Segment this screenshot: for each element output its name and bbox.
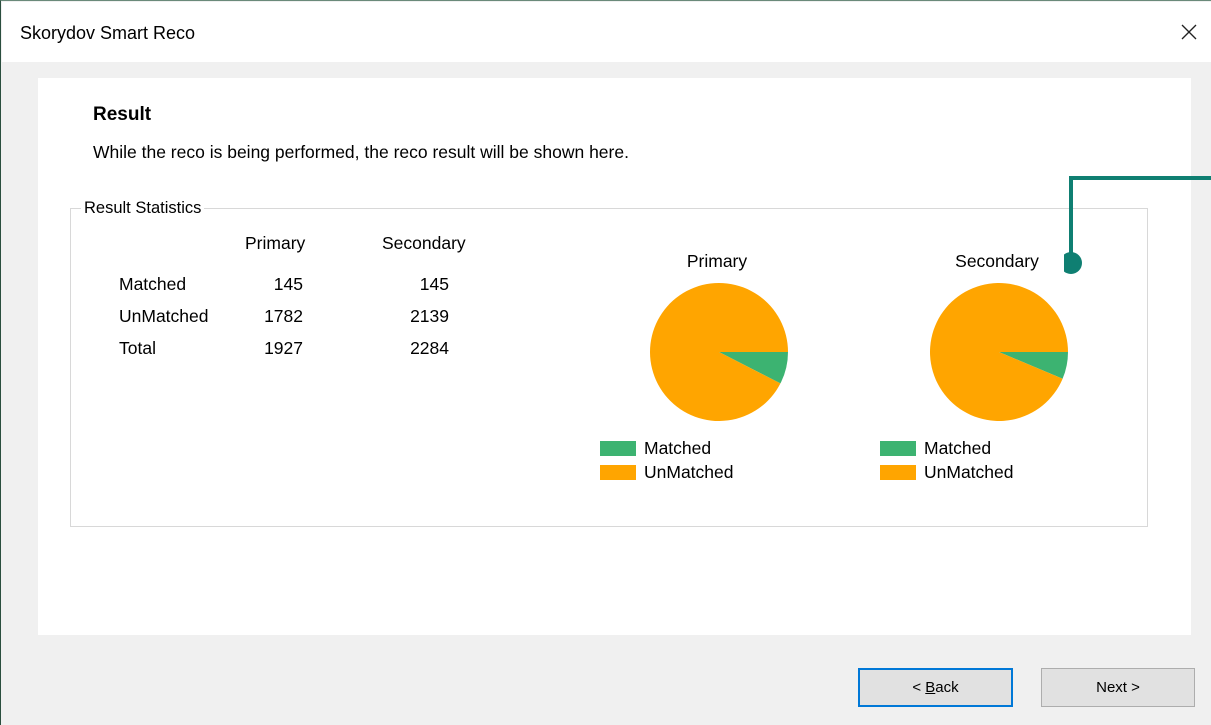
window-title: Skorydov Smart Reco [20,23,196,43]
legend-item-matched: Matched [880,438,991,459]
pie-chart-primary [650,283,788,421]
pie-slice-unmatched [650,283,788,421]
chart-title-primary: Primary [686,251,748,271]
matched-secondary-value: 145 [419,274,449,294]
group-label: Result Statistics [81,199,205,218]
pie-slice-unmatched [930,283,1068,421]
legend-swatch-unmatched [880,465,916,480]
matched-primary-value: 145 [273,274,303,294]
back-button-prefix: < [912,679,926,696]
legend-item-unmatched: UnMatched [600,462,734,483]
total-secondary-value: 2284 [410,338,449,358]
column-header-primary: Primary [245,233,306,253]
result-statistics-group: Result Statistics Primary Secondary Matc… [70,199,1148,527]
row-label-matched: Matched [119,274,187,294]
legend-label-unmatched: UnMatched [644,462,734,482]
annotation-callout [1064,176,1211,274]
close-icon [1181,24,1197,40]
page-description: While the reco is being performed, the r… [93,142,629,162]
legend-swatch-matched [880,441,916,456]
next-button[interactable]: Next > [1041,668,1195,707]
title-bar: Skorydov Smart Reco [2,2,1211,62]
legend-item-matched: Matched [600,438,711,459]
unmatched-secondary-value: 2139 [410,306,449,326]
legend-swatch-unmatched [600,465,636,480]
unmatched-primary-value: 1782 [264,306,303,326]
legend-swatch-matched [600,441,636,456]
legend-item-unmatched: UnMatched [880,462,1014,483]
legend-label-matched: Matched [924,438,992,458]
content-panel: Result While the reco is being performed… [38,78,1191,635]
column-header-secondary: Secondary [382,233,466,253]
total-primary-value: 1927 [264,338,303,358]
annotation-line [1069,176,1211,263]
row-label-total: Total [119,338,156,358]
close-button[interactable] [1166,2,1211,62]
back-button[interactable]: < Back [858,668,1013,707]
chart-title-secondary: Secondary [955,251,1039,271]
back-button-rest: ack [935,679,959,696]
pie-chart-secondary [930,283,1068,421]
page-heading: Result [93,104,152,125]
annotation-dot [1064,252,1082,274]
back-button-mnemonic: B [925,679,936,696]
row-label-unmatched: UnMatched [119,306,209,326]
app-window: Skorydov Smart Reco Result While the rec… [0,0,1211,725]
legend-label-unmatched: UnMatched [924,462,1014,482]
legend-label-matched: Matched [644,438,712,458]
